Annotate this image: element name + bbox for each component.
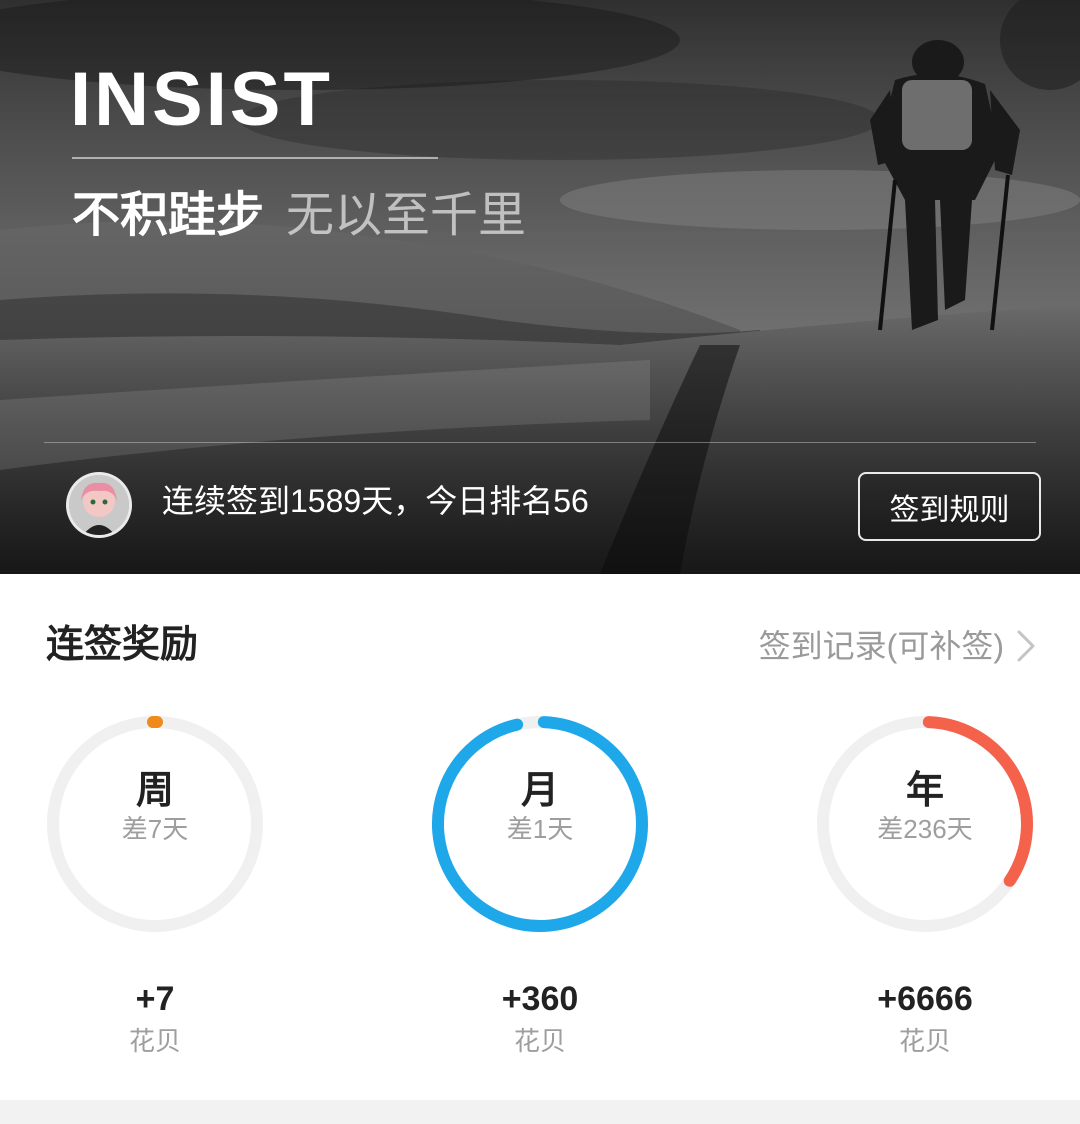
section-title: 连签奖励 bbox=[46, 624, 199, 666]
reward-unit: 花贝 bbox=[128, 1026, 181, 1056]
checkin-records-link[interactable]: 签到记录(可补签) bbox=[759, 628, 1036, 664]
ring-remaining: 差7天 bbox=[121, 814, 189, 844]
progress-ring-week: 周 差7天 bbox=[43, 712, 267, 936]
ring-remaining: 差1天 bbox=[506, 814, 574, 844]
progress-ring-month: 月 差1天 bbox=[428, 712, 652, 936]
ring-label: 月 bbox=[520, 770, 559, 812]
reward-unit: 花贝 bbox=[513, 1026, 566, 1056]
ring-label: 周 bbox=[135, 770, 174, 812]
user-avatar-icon[interactable] bbox=[66, 472, 132, 538]
bottom-separator bbox=[0, 1100, 1080, 1124]
ring-label: 年 bbox=[905, 770, 944, 812]
progress-ring-year: 年 差236天 bbox=[813, 712, 1037, 936]
hero-title-underline bbox=[72, 157, 438, 159]
reward-year[interactable]: 年 差236天 +6666 花贝 bbox=[813, 712, 1037, 1054]
hero-divider bbox=[44, 442, 1036, 443]
reward-unit: 花贝 bbox=[898, 1026, 951, 1056]
hero-banner: INSIST 不积跬步 无以至千里 连续签到1589天，今日排名56 签到规则 bbox=[0, 0, 1080, 574]
reward-value: +7 bbox=[135, 980, 175, 1018]
checkin-records-label: 签到记录(可补签) bbox=[758, 628, 1004, 664]
checkin-rules-button[interactable]: 签到规则 bbox=[858, 472, 1041, 541]
reward-value: +6666 bbox=[877, 980, 973, 1018]
hero-subtitle: 不积跬步 无以至千里 bbox=[72, 192, 526, 240]
reward-month[interactable]: 月 差1天 +360 花贝 bbox=[428, 712, 652, 1054]
ring-remaining: 差236天 bbox=[877, 814, 973, 844]
hero-subtitle-strong: 不积跬步 bbox=[72, 189, 265, 242]
streak-summary: 连续签到1589天，今日排名56 bbox=[162, 483, 589, 519]
hero-title: INSIST bbox=[70, 57, 333, 142]
reward-value: +360 bbox=[501, 980, 579, 1018]
reward-week[interactable]: 周 差7天 +7 花贝 bbox=[43, 712, 267, 1054]
hero-subtitle-light: 无以至千里 bbox=[286, 189, 527, 242]
chevron-right-icon bbox=[1017, 630, 1035, 662]
